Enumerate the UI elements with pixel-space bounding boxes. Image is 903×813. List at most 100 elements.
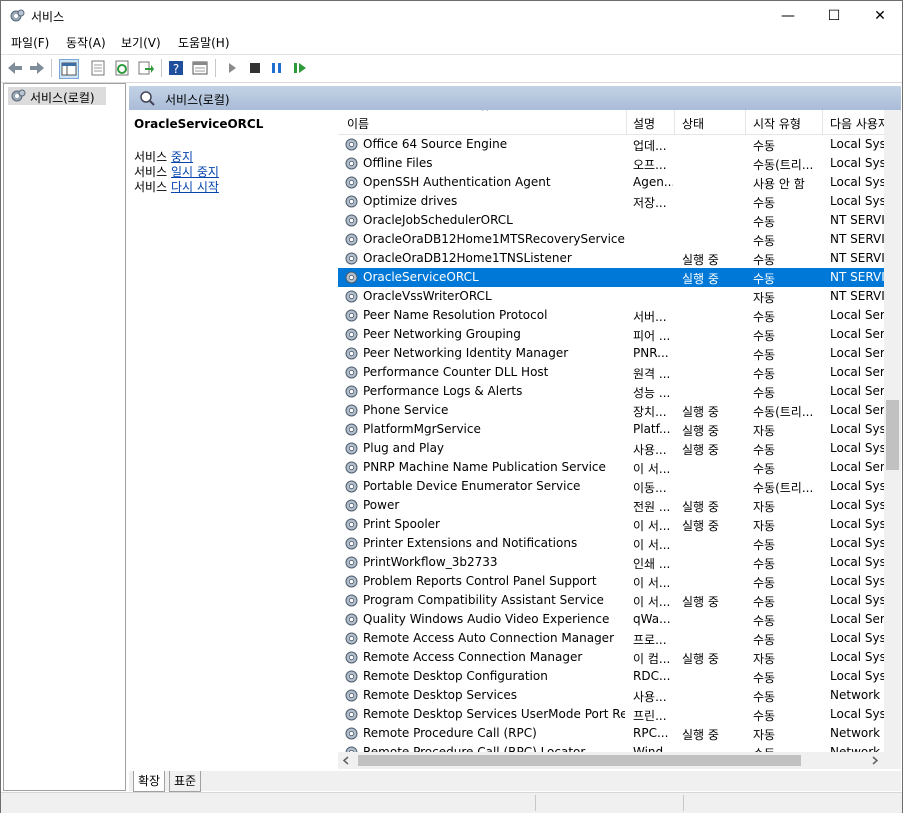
console-view-icon[interactable] (191, 59, 209, 77)
service-gear-icon (345, 176, 358, 189)
service-name: OracleOraDB12Home1MTSRecoveryService (363, 232, 625, 246)
service-log-on-as: Local Syst (830, 156, 884, 170)
table-row[interactable]: Performance Logs & Alerts 성능 ... 수동 Local S… (338, 382, 884, 401)
service-gear-icon (345, 385, 358, 398)
menu-action[interactable]: 동작(A) (66, 34, 106, 51)
table-row[interactable]: OracleServiceORCL 실행 중 수동 NT SERVIC (338, 268, 884, 287)
menu-file[interactable]: 파일(F) (11, 34, 49, 51)
back-icon[interactable] (6, 59, 24, 77)
pause-service-link[interactable]: 일시 중지 (171, 165, 219, 179)
service-name: Remote Desktop Services (363, 688, 518, 702)
table-row[interactable]: Quality Windows Audio Video Experience qW… (338, 610, 884, 629)
service-description: 업데... (633, 139, 667, 153)
column-header-startup-type[interactable]: 시작 유형 (753, 115, 801, 132)
table-row[interactable]: Peer Networking Identity Manager PNR... 수동… (338, 344, 884, 363)
table-row[interactable]: Portable Device Enumerator Service 이동... 수… (338, 477, 884, 496)
column-divider[interactable] (822, 110, 823, 134)
console-tree: 서비스(로컬) (3, 83, 126, 791)
menu-help[interactable]: 도움말(H) (178, 34, 230, 51)
table-row[interactable]: PlatformMgrService Platf... 실행 중 자동 Local Sy… (338, 420, 884, 439)
service-gear-icon (345, 670, 358, 683)
close-button[interactable]: ✕ (857, 1, 903, 31)
service-name: Print Spooler (363, 517, 440, 531)
service-name: Remote Procedure Call (RPC) Locator (363, 745, 586, 752)
scroll-right-icon[interactable] (870, 756, 879, 765)
table-row[interactable]: Office 64 Source Engine 업데... 수동 Local Syst (338, 135, 884, 154)
table-row[interactable]: Power 전원 ... 실행 중 자동 Local Syst (338, 496, 884, 515)
tree-item-services-local[interactable]: 서비스(로컬) (8, 87, 106, 105)
table-row[interactable]: Performance Counter DLL Host 원격 ... 수동 Loca… (338, 363, 884, 382)
service-status: 실행 중 (682, 500, 719, 514)
service-description: 이 서... (633, 595, 671, 609)
table-row[interactable]: Remote Access Connection Manager 이 컴... 실행… (338, 648, 884, 667)
stop-icon[interactable] (246, 59, 264, 77)
table-row[interactable]: Phone Service 장치... 실행 중 수동(트리... Local Serv (338, 401, 884, 420)
table-row[interactable]: Remote Desktop Configuration RDC... 수동 Loca… (338, 667, 884, 686)
table-row[interactable]: Remote Desktop Services 사용... 수동 Network S (338, 686, 884, 705)
table-row[interactable]: OracleVssWriterORCL 자동 NT SERVIC (338, 287, 884, 306)
table-row[interactable]: Remote Access Auto Connection Manager 프로.… (338, 629, 884, 648)
stop-service-link[interactable]: 중지 (171, 150, 193, 164)
table-row[interactable]: Offline Files 오프... 수동(트리... Local Syst (338, 154, 884, 173)
table-row[interactable]: Printer Extensions and Notifications 이 서.… (338, 534, 884, 553)
menu-view[interactable]: 보기(V) (121, 34, 161, 51)
column-header-log-on-as[interactable]: 다음 사용자 (830, 115, 884, 132)
column-header-name[interactable]: 이름 (347, 115, 369, 132)
table-row[interactable]: Remote Procedure Call (RPC) RPC... 실행 중 자동 N… (338, 724, 884, 743)
restart-service-link[interactable]: 다시 시작 (171, 180, 219, 194)
table-row[interactable]: Optimize drives 저장... 수동 Local Syst (338, 192, 884, 211)
table-row[interactable]: OracleJobSchedulerORCL 수동 NT SERVIC (338, 211, 884, 230)
table-row[interactable]: PNRP Machine Name Publication Service 이 서… (338, 458, 884, 477)
table-row[interactable]: Peer Name Resolution Protocol 서버... 수동 Loca… (338, 306, 884, 325)
show-tree-icon[interactable] (59, 59, 79, 79)
service-description: Agen... (633, 175, 673, 189)
table-row[interactable]: Remote Procedure Call (RPC) Locator Wind.… (338, 743, 884, 752)
service-status: 실행 중 (682, 272, 719, 286)
column-divider[interactable] (674, 110, 675, 134)
tab-standard[interactable]: 표준 (169, 771, 202, 792)
column-header-description[interactable]: 설명 (633, 115, 655, 132)
table-row[interactable]: Remote Desktop Services UserMode Port Re… (338, 705, 884, 724)
horizontal-scrollbar[interactable] (338, 752, 884, 769)
service-log-on-as: Local Serv (830, 327, 884, 341)
service-startup-type: 수동(트리... (753, 405, 814, 419)
service-name: Printer Extensions and Notifications (363, 536, 578, 550)
export-icon[interactable] (137, 59, 155, 77)
table-row[interactable]: PrintWorkflow_3b2733 인쇄 ... 수동 Local Syst (338, 553, 884, 572)
vertical-scroll-thumb[interactable] (886, 400, 899, 470)
service-gear-icon (345, 594, 358, 607)
refresh-icon[interactable] (113, 59, 131, 77)
service-description: 인쇄 ... (633, 557, 671, 571)
table-row[interactable]: OpenSSH Authentication Agent Agen... 사용 안 … (338, 173, 884, 192)
service-startup-type: 자동 (753, 500, 776, 514)
minimize-button[interactable]: — (765, 1, 811, 31)
tab-extended[interactable]: 확장 (133, 771, 166, 792)
service-gear-icon (345, 727, 358, 740)
table-row[interactable]: OracleOraDB12Home1TNSListener 실행 중 수동 NT SE… (338, 249, 884, 268)
table-row[interactable]: Print Spooler 이 서... 실행 중 자동 Local Syst (338, 515, 884, 534)
column-divider[interactable] (745, 110, 746, 134)
forward-icon[interactable] (28, 59, 46, 77)
table-row[interactable]: Plug and Play 사용... 실행 중 수동 Local Syst (338, 439, 884, 458)
service-name: Remote Access Connection Manager (363, 650, 583, 664)
restart-icon[interactable] (291, 59, 309, 77)
title-bar[interactable]: 서비스 — ☐ ✕ (1, 1, 902, 31)
scroll-left-icon[interactable] (342, 756, 351, 765)
table-row[interactable]: Program Compatibility Assistant Service 이… (338, 591, 884, 610)
table-row[interactable]: Problem Reports Control Panel Support 이 서… (338, 572, 884, 591)
table-row[interactable]: Peer Networking Grouping 피어 ... 수동 Local Se… (338, 325, 884, 344)
properties-icon[interactable] (89, 59, 107, 77)
start-icon[interactable] (223, 59, 241, 77)
horizontal-scroll-thumb[interactable] (358, 755, 801, 766)
pause-icon[interactable] (268, 59, 286, 77)
vertical-scrollbar[interactable] (884, 110, 901, 752)
maximize-button[interactable]: ☐ (811, 1, 857, 31)
column-divider[interactable] (626, 110, 627, 134)
help-icon[interactable]: ? (167, 59, 185, 77)
service-startup-type: 수동 (753, 386, 776, 400)
service-log-on-as: Network S (830, 688, 884, 702)
service-description: PNR... (633, 346, 669, 360)
table-row[interactable]: OracleOraDB12Home1MTSRecoveryService 수동 NT… (338, 230, 884, 249)
column-header-status[interactable]: 상태 (682, 115, 704, 132)
window-title: 서비스 (31, 10, 65, 24)
